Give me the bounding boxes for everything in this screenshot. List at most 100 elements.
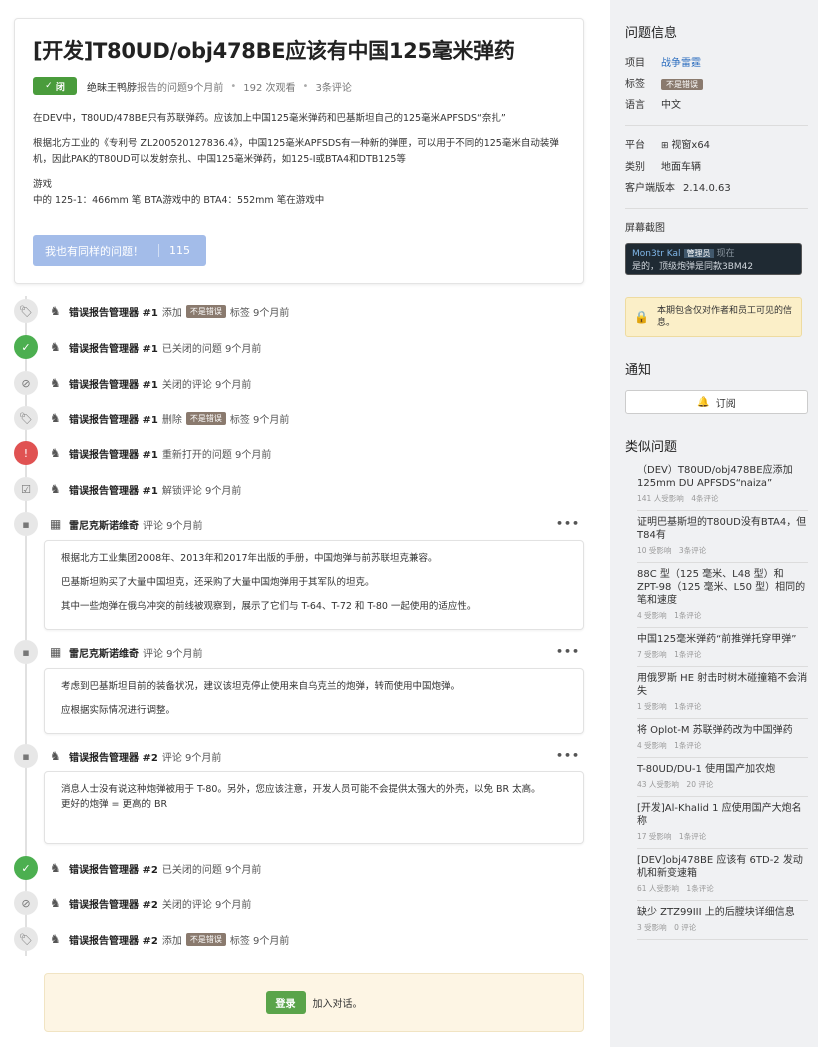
comment-icon: ▪ <box>14 640 38 664</box>
info-row: 语言 中文 <box>625 95 808 116</box>
issue-meta: ✓ 闭 绝昧王鸭脖 报告的问题9个月前 • 192 次观看 • 3条评论 <box>33 77 565 95</box>
notifications-title: 通知 <box>625 363 652 378</box>
similar-issue-title[interactable]: 88C 型（125 毫米、L48 型）和 ZPT-98（125 毫米、L50 型… <box>637 568 808 607</box>
label-badge: 不是错误 <box>185 932 226 946</box>
event-text: 已关闭的问题 9个月前 <box>161 343 262 355</box>
notice-text: 本期包含仅对作者和员工可见的信息。 <box>656 306 792 328</box>
timeline-event: ✓ ♞ 错误报告管理器 #2 已关闭的问题 9个月前 <box>14 855 261 881</box>
info-key: 客户端版本 <box>625 183 675 194</box>
similar-issue[interactable]: 将 Oplot-M 苏联弹药改为中国弹药 4 受影响 1条评论 <box>637 719 808 758</box>
similar-issue-title[interactable]: [DEV]obj478BE 应该有 6TD-2 发动机和新变速箱 <box>637 854 808 880</box>
user-avatar-icon: ▦ <box>50 517 62 531</box>
info-row: 类别 地面车辆 <box>625 157 808 178</box>
robot-avatar-icon: ♞ <box>50 446 61 460</box>
similar-issue[interactable]: 缺少 ZTZ99III 上的后膛块详细信息 3 受影响 0 评论 <box>637 901 808 940</box>
similar-issue-stats: 4 受影响 1条评论 <box>637 741 702 750</box>
event-text: 评论 9个月前 <box>143 520 203 532</box>
project-link[interactable]: 战争雷霆 <box>661 53 701 74</box>
robot-avatar-icon: ♞ <box>50 340 61 354</box>
event-actor[interactable]: 错误报告管理器 #2 <box>69 749 158 764</box>
timeline-event: 🏷 ♞ 错误报告管理器 #2 添加 不是错误 标签 9个月前 <box>14 926 289 952</box>
more-options-button[interactable]: ••• <box>556 645 580 658</box>
event-actor[interactable]: 错误报告管理器 #1 <box>69 304 158 319</box>
windows-icon: ⊞ <box>661 141 672 151</box>
robot-avatar-icon: ♞ <box>50 932 61 946</box>
similar-issue[interactable]: [开发]Al-Khalid 1 应使用国产大炮名称 17 受影响 1条评论 <box>637 797 808 849</box>
event-text: 标签 9个月前 <box>229 307 290 319</box>
timeline-event: ! ♞ 错误报告管理器 #1 重新打开的问题 9个月前 <box>14 440 271 466</box>
similar-issue[interactable]: 证明巴基斯坦的T80UD没有BTA4，但T84有 10 受影响 3条评论 <box>637 511 808 563</box>
robot-avatar-icon: ♞ <box>50 304 61 318</box>
shot-text: 是的，顶级炮弹是同款3BM42 <box>632 262 754 272</box>
similar-issue[interactable]: T-80UD/DU-1 使用国产加农炮 43 人受影响 20 评论 <box>637 758 808 797</box>
event-actor[interactable]: 错误报告管理器 #1 <box>69 446 158 461</box>
check-icon: ✓ <box>14 856 38 880</box>
info-value: 视窗x64 <box>671 140 711 151</box>
similar-issue-stats: 1 受影响 1条评论 <box>637 702 702 711</box>
screenshot-thumbnail[interactable]: Mon3tr Kal 管理员 现在 是的，顶级炮弹是同款3BM42 <box>625 243 802 275</box>
similar-issue[interactable]: 88C 型（125 毫米、L48 型）和 ZPT-98（125 毫米、L50 型… <box>637 563 808 628</box>
robot-avatar-icon: ♞ <box>50 896 61 910</box>
same-issue-button[interactable]: 我也有同样的问题！ 115 <box>33 235 206 266</box>
body-paragraph: 在DEV中，T80UD/478BE只有苏联弹药。应该加上中国125毫米弹药和巴基… <box>33 113 506 124</box>
info-row: 客户端版本 2.14.0.63 <box>625 178 808 199</box>
label-badge: 不是错误 <box>185 411 226 425</box>
login-banner: 登录 加入对话。 <box>44 973 584 1032</box>
more-options-button[interactable]: ••• <box>556 517 580 530</box>
event-actor[interactable]: 错误报告管理器 #1 <box>69 376 158 391</box>
login-button[interactable]: 登录 <box>265 991 306 1014</box>
similar-issue-title[interactable]: T-80UD/DU-1 使用国产加农炮 <box>637 763 808 776</box>
event-actor[interactable]: 雷尼克斯诺维奇 <box>69 517 139 532</box>
similar-issue-stats: 7 受影响 1条评论 <box>637 650 702 659</box>
subscribe-button[interactable]: 🔔 订阅 <box>625 390 808 414</box>
same-issue-count: 115 <box>158 244 190 257</box>
similar-issue[interactable]: 用俄罗斯 HE 射击时树木碰撞箱不会消失 1 受影响 1条评论 <box>637 667 808 719</box>
info-row: 标签 不是错误 <box>625 74 808 95</box>
tag-icon: 🏷 <box>14 406 38 430</box>
comment-check-icon: ☑ <box>14 477 38 501</box>
timeline-event: 🏷 ♞ 错误报告管理器 #1 删除 不是错误 标签 9个月前 <box>14 405 289 431</box>
issue-title: [开发]T80UD/obj478BE应该有中国125毫米弹药 <box>33 39 515 63</box>
event-actor[interactable]: 错误报告管理器 #1 <box>69 482 158 497</box>
author-link[interactable]: 绝昧王鸭脖 <box>87 79 137 94</box>
similar-issues-title: 类似问题 <box>625 440 678 455</box>
similar-issue-title[interactable]: 用俄罗斯 HE 射击时树木碰撞箱不会消失 <box>637 672 808 698</box>
event-actor[interactable]: 错误报告管理器 #1 <box>69 411 158 426</box>
event-actor[interactable]: 错误报告管理器 #2 <box>69 861 158 876</box>
similar-issue[interactable]: [DEV]obj478BE 应该有 6TD-2 发动机和新变速箱 61 人受影响 … <box>637 849 808 901</box>
event-actor[interactable]: 错误报告管理器 #2 <box>69 896 158 911</box>
similar-issue-stats: 17 受影响 1条评论 <box>637 832 707 841</box>
event-actor[interactable]: 雷尼克斯诺维奇 <box>69 645 139 660</box>
event-text: 删除 <box>161 414 182 426</box>
robot-avatar-icon: ♞ <box>50 861 61 875</box>
event-actor[interactable]: 错误报告管理器 #2 <box>69 932 158 947</box>
event-text: 标签 9个月前 <box>229 935 290 947</box>
comment-box: 消息人士没有说这种炮弹被用于 T-80。另外，您应该注意，开发人员可能不会提供太… <box>44 771 584 844</box>
comment-box: 考虑到巴基斯坦目前的装备状况，建议该坦克停止使用来自乌克兰的炮弹，转而使用中国炮… <box>44 668 584 734</box>
similar-issues-list: （DEV）T80UD/obj478BE应添加125mm DU APFSDS“na… <box>625 459 808 940</box>
info-value: 2.14.0.63 <box>683 183 731 194</box>
robot-avatar-icon: ♞ <box>50 749 61 763</box>
event-text: 评论 9个月前 <box>161 752 222 764</box>
event-text: 重新打开的问题 9个月前 <box>161 449 272 461</box>
similar-issue-title[interactable]: 将 Oplot-M 苏联弹药改为中国弹药 <box>637 724 808 737</box>
comment-off-icon: ⊘ <box>14 891 38 915</box>
timeline-event: ▪ ▦ 雷尼克斯诺维奇 评论 9个月前 <box>14 511 203 537</box>
similar-issue-stats: 3 受影响 0 评论 <box>637 923 697 932</box>
similar-issue-title[interactable]: 缺少 ZTZ99III 上的后膛块详细信息 <box>637 906 808 919</box>
similar-issue-title[interactable]: [开发]Al-Khalid 1 应使用国产大炮名称 <box>637 802 808 828</box>
similar-issue-title[interactable]: 证明巴基斯坦的T80UD没有BTA4，但T84有 <box>637 516 808 542</box>
tag-badge[interactable]: 不是错误 <box>661 79 703 90</box>
event-text: 解锁评论 9个月前 <box>161 485 242 497</box>
similar-issue-title[interactable]: （DEV）T80UD/obj478BE应添加125mm DU APFSDS“na… <box>637 464 808 490</box>
status-badge: ✓ 闭 <box>33 77 77 95</box>
similar-issue-title[interactable]: 中国125毫米弹药“前推弹托穿甲弹” <box>637 633 808 646</box>
event-actor[interactable]: 错误报告管理器 #1 <box>69 340 158 355</box>
more-options-button[interactable]: ••• <box>556 749 580 762</box>
main-column: [开发]T80UD/obj478BE应该有中国125毫米弹药 ✓ 闭 绝昧王鸭脖… <box>0 0 610 1047</box>
lock-icon: 🔒 <box>634 310 649 324</box>
similar-issue[interactable]: 中国125毫米弹药“前推弹托穿甲弹” 7 受影响 1条评论 <box>637 628 808 667</box>
similar-issue-stats: 61 人受影响 1条评论 <box>637 884 714 893</box>
similar-issue[interactable]: （DEV）T80UD/obj478BE应添加125mm DU APFSDS“na… <box>637 459 808 511</box>
event-text: 评论 9个月前 <box>143 648 203 660</box>
